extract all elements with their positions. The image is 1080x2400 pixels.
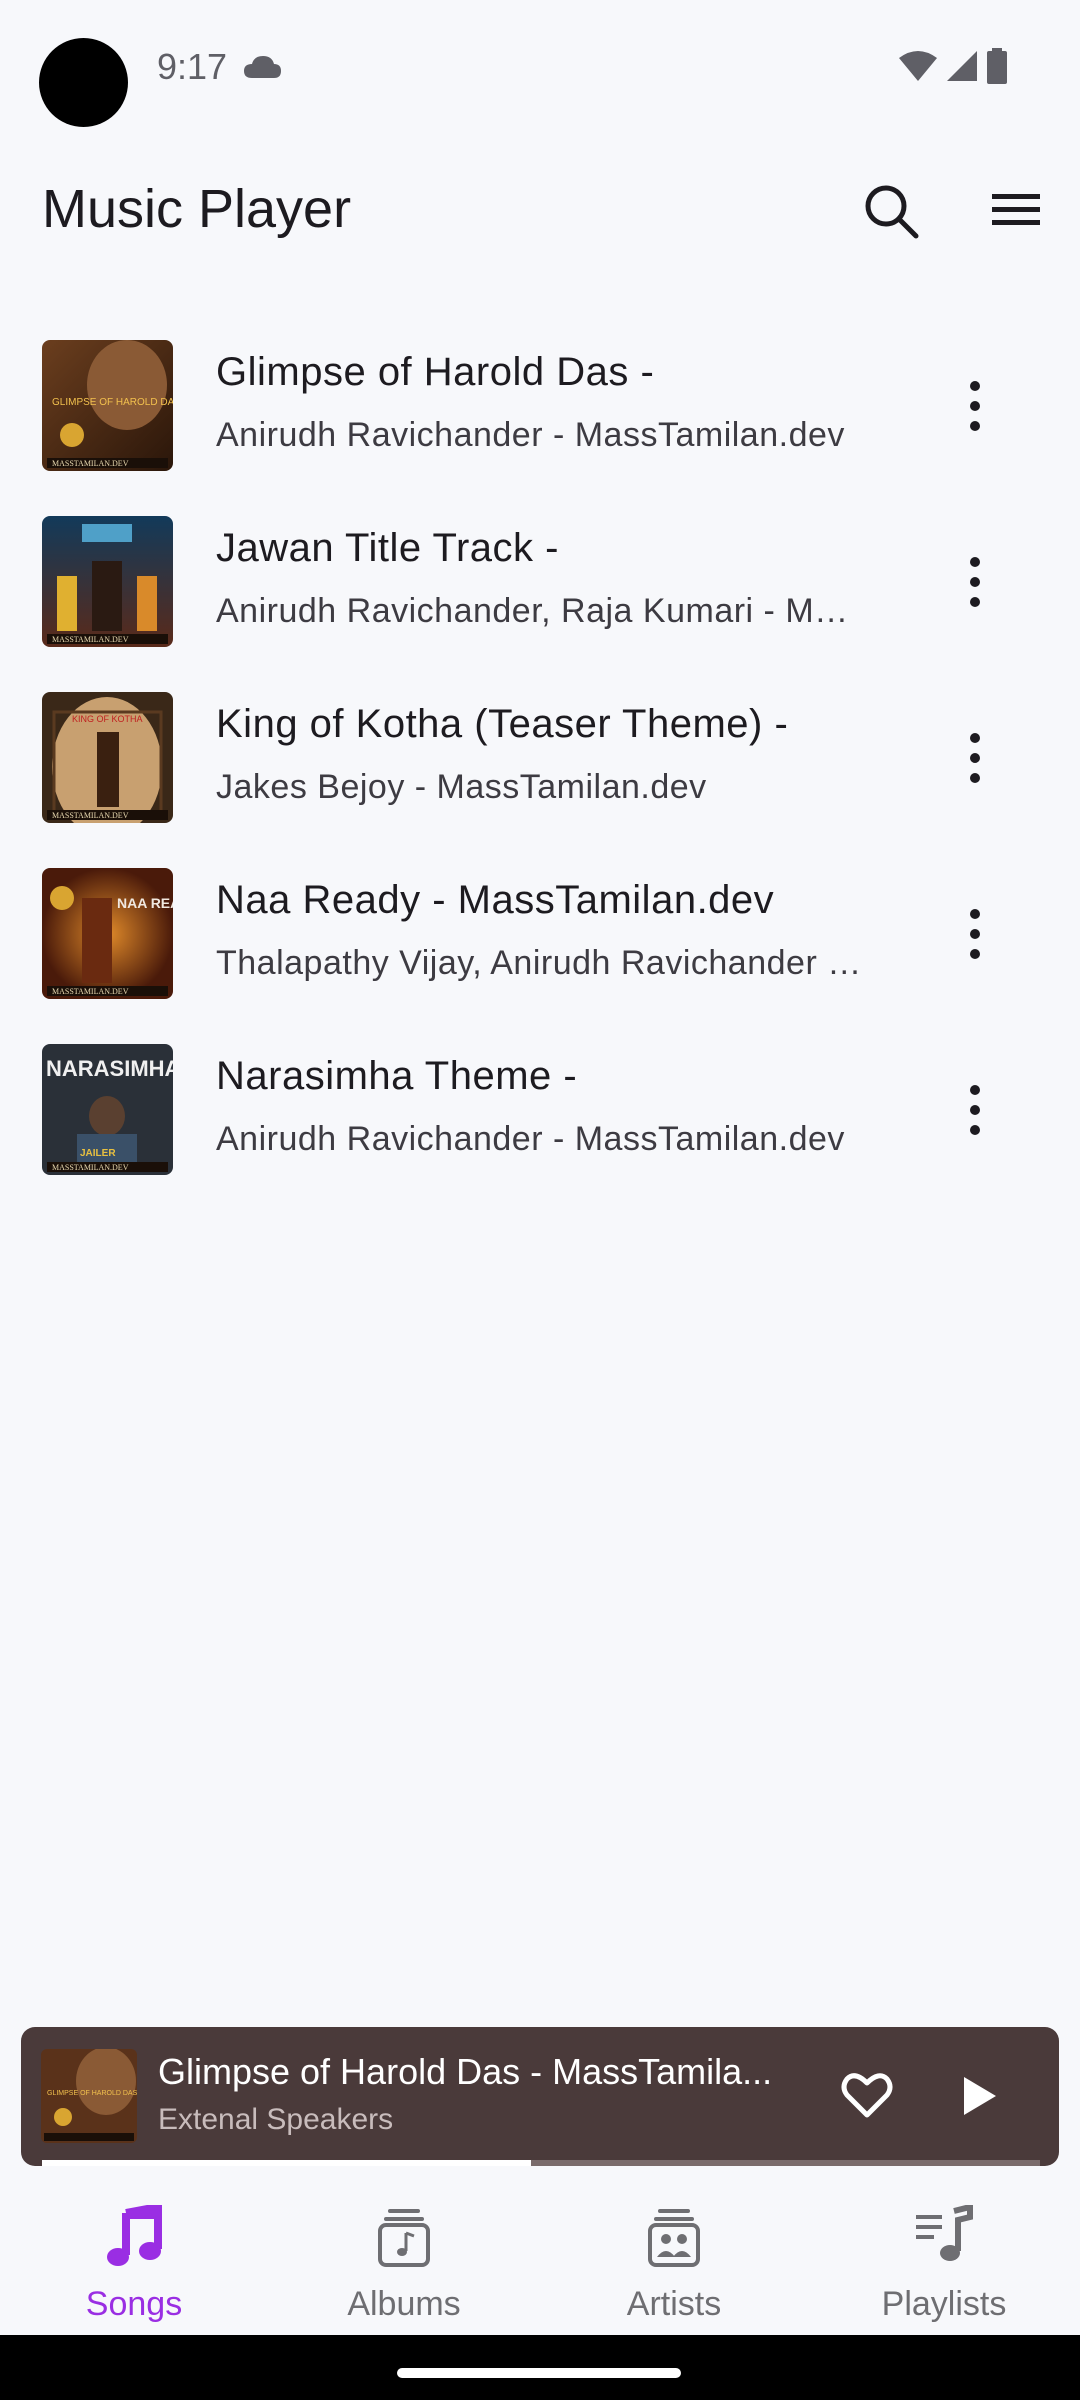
battery-icon <box>987 48 1007 84</box>
album-cover: KING OF KOTHA MASSTAMILAN.DEV <box>42 692 173 823</box>
artist-icon <box>648 2209 700 2267</box>
menu-icon[interactable] <box>990 188 1042 232</box>
cover-watermark: MASSTAMILAN.DEV <box>52 811 129 820</box>
app-bar: Music Player <box>0 160 1080 260</box>
heart-icon[interactable] <box>839 2067 895 2123</box>
cover-text: NAA READY <box>117 895 173 911</box>
song-list-item[interactable]: MASSTAMILAN.DEV Jawan Title Track - Anir… <box>0 506 1080 682</box>
status-bar: 9:17 <box>0 0 1080 135</box>
song-list-item[interactable]: GLIMPSE OF HAROLD DAS MASSTAMILAN.DEV Gl… <box>0 330 1080 506</box>
nav-label: Artists <box>626 2285 722 2323</box>
album-cover: NARASIMHA JAILER MASSTAMILAN.DEV <box>42 1044 173 1175</box>
cover-watermark: MASSTAMILAN.DEV <box>52 635 129 644</box>
nav-item-albums[interactable]: Albums <box>294 2199 514 2329</box>
album-icon <box>378 2209 430 2267</box>
song-list-item[interactable]: NARASIMHA JAILER MASSTAMILAN.DEV Narasim… <box>0 1034 1080 1210</box>
cover-watermark: MASSTAMILAN.DEV <box>52 987 129 996</box>
song-title: Jawan Title Track - <box>216 526 559 570</box>
nav-item-songs[interactable]: Songs <box>24 2199 244 2329</box>
more-vert-icon[interactable] <box>955 374 995 438</box>
playlist-icon <box>916 2205 973 2261</box>
nav-item-artists[interactable]: Artists <box>564 2199 784 2329</box>
song-artist: Jakes Bejoy - MassTamilan.dev <box>216 768 707 806</box>
playback-progress-fill <box>42 2160 532 2166</box>
song-list-item[interactable]: KING OF KOTHA MASSTAMILAN.DEV King of Ko… <box>0 682 1080 858</box>
more-vert-icon[interactable] <box>955 902 995 966</box>
signal-icon <box>947 51 977 81</box>
more-vert-icon[interactable] <box>955 1078 995 1142</box>
cover-text: KING OF KOTHA <box>72 714 143 724</box>
wifi-icon <box>899 51 937 81</box>
album-cover: GLIMPSE OF HAROLD DAS MASSTAMILAN.DEV <box>42 340 173 471</box>
page-title: Music Player <box>42 179 352 239</box>
music-note-icon <box>107 2205 162 2266</box>
nav-label: Playlists <box>881 2285 1007 2323</box>
status-time: 9:17 <box>157 46 228 87</box>
front-camera <box>39 38 128 127</box>
cover-text: GLIMPSE OF HAROLD DAS <box>47 2090 137 2097</box>
mini-player-output: Extenal Speakers <box>158 2103 394 2136</box>
song-artist: Anirudh Ravichander - MassTamilan.dev <box>216 416 845 454</box>
mini-player-cover: GLIMPSE OF HAROLD DAS <box>41 2049 137 2143</box>
song-title: Glimpse of Harold Das - <box>216 350 655 394</box>
song-title: Narasimha Theme - <box>216 1054 578 1098</box>
album-cover: NAA READY MASSTAMILAN.DEV <box>42 868 173 999</box>
home-gesture-handle[interactable] <box>397 2368 681 2378</box>
play-icon[interactable] <box>950 2069 1004 2123</box>
cover-watermark: MASSTAMILAN.DEV <box>52 459 129 468</box>
nav-label: Songs <box>85 2285 183 2323</box>
nav-label: Albums <box>347 2285 461 2323</box>
cover-watermark: MASSTAMILAN.DEV <box>52 1163 129 1172</box>
song-list-item[interactable]: NAA READY MASSTAMILAN.DEV Naa Ready - Ma… <box>0 858 1080 1034</box>
song-artist: Anirudh Ravichander, Raja Kumari - MassT… <box>216 592 866 630</box>
cover-text: GLIMPSE OF HAROLD DAS <box>52 397 173 408</box>
song-artist: Thalapathy Vijay, Anirudh Ravichander - … <box>216 944 866 982</box>
nav-item-playlists[interactable]: Playlists <box>834 2199 1054 2329</box>
cover-text: JAILER <box>80 1148 116 1159</box>
cloud-icon <box>244 56 281 78</box>
search-icon[interactable] <box>862 182 920 240</box>
more-vert-icon[interactable] <box>955 550 995 614</box>
bottom-nav: Songs Albums Artists Playlists <box>0 2185 1080 2335</box>
song-artist: Anirudh Ravichander - MassTamilan.dev <box>216 1120 845 1158</box>
mini-player-title: Glimpse of Harold Das - MassTamila... <box>158 2051 773 2092</box>
mini-player[interactable]: GLIMPSE OF HAROLD DAS Glimpse of Harold … <box>21 2027 1059 2166</box>
song-title: King of Kotha (Teaser Theme) - <box>216 702 789 746</box>
album-cover: MASSTAMILAN.DEV <box>42 516 173 647</box>
song-title: Naa Ready - MassTamilan.dev <box>216 878 775 922</box>
cover-text: NARASIMHA <box>46 1056 173 1081</box>
song-list: GLIMPSE OF HAROLD DAS MASSTAMILAN.DEV Gl… <box>0 330 1080 1210</box>
more-vert-icon[interactable] <box>955 726 995 790</box>
playback-progress[interactable] <box>42 2160 1040 2166</box>
system-nav-bar <box>0 2335 1080 2400</box>
